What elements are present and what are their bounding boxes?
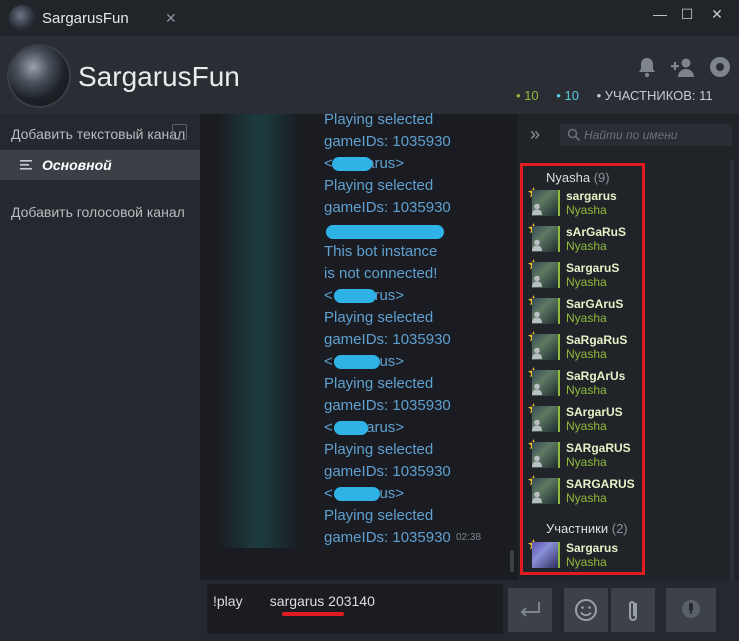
highlight-underline (282, 612, 344, 616)
channel-item-label: Основной (42, 157, 112, 173)
redaction-mark (332, 157, 372, 171)
message-input-text: !play sargarus 203140 (213, 593, 375, 609)
redaction-mark (326, 225, 444, 239)
message-timestamp: 02:38 (456, 532, 482, 543)
message-input[interactable] (207, 584, 503, 634)
in-game-count: 10 (524, 88, 539, 103)
window-title: SargarusFun (42, 10, 129, 27)
add-channel-icon[interactable] (172, 124, 187, 140)
chat-line: Playing selected (324, 375, 434, 392)
redaction-mark (334, 289, 376, 303)
redaction-mark (334, 421, 368, 435)
group-name: SargarusFun (78, 61, 240, 92)
member-search-box (560, 124, 732, 146)
add-voice-channel-button[interactable]: Добавить голосовой канал (11, 204, 185, 220)
members-stats: • 10 • 10 • УЧАСТНИКОВ: 11 (516, 88, 713, 103)
member-search-input[interactable] (560, 124, 732, 146)
send-button[interactable] (508, 588, 552, 632)
add-text-channel-button[interactable]: Добавить текстовый канал (11, 126, 185, 142)
group-icon (9, 5, 35, 31)
chat-line: Playing selected (324, 441, 434, 458)
chat-line: Playing selected (324, 507, 434, 524)
close-tab-button[interactable]: ✕ (165, 10, 177, 27)
chat-line: gameIDs: 1035930 (324, 331, 451, 348)
channel-sidebar (0, 114, 200, 641)
chat-background-glow (218, 114, 300, 548)
online-count: 10 (564, 88, 579, 103)
chat-scrollbar[interactable] (510, 550, 514, 572)
maximize-button[interactable]: ☐ (676, 4, 698, 24)
enter-icon (520, 602, 540, 617)
close-button[interactable]: ✕ (706, 4, 728, 24)
smiley-icon (575, 599, 597, 621)
chat-line: gameIDs: 1035930 (324, 133, 451, 150)
members-count: УЧАСТНИКОВ: 11 (604, 88, 713, 103)
chat-line: gameIDs: 1035930 (324, 463, 451, 480)
invite-friend-icon[interactable] (670, 55, 696, 79)
minimize-button[interactable]: — (649, 4, 671, 24)
member-list-scrollbar[interactable] (730, 160, 734, 580)
group-avatar[interactable] (9, 46, 69, 106)
chat-line: This bot instance (324, 243, 438, 260)
redaction-mark (334, 355, 380, 369)
chat-line: gameIDs: 1035930 (324, 397, 451, 414)
settings-icon[interactable] (707, 55, 733, 79)
collapse-panel-icon[interactable]: » (530, 124, 540, 145)
text-channel-icon (20, 160, 32, 170)
microphone-icon (682, 600, 700, 618)
voice-button[interactable] (666, 588, 716, 632)
redaction-mark (334, 487, 380, 501)
chat-line: Playing selected (324, 177, 434, 194)
search-icon (567, 128, 581, 142)
emoji-button[interactable] (564, 588, 608, 632)
highlight-box (520, 163, 645, 575)
chat-line: gameIDs: 1035930 (324, 529, 451, 546)
bell-icon[interactable] (634, 55, 660, 79)
chat-line: gameIDs: 1035930 (324, 199, 451, 216)
chat-line: Playing selected (324, 111, 434, 128)
paperclip-icon (629, 601, 637, 621)
chat-line: Playing selected (324, 309, 434, 326)
chat-line: is not connected! (324, 265, 438, 282)
attach-button[interactable] (611, 588, 655, 632)
